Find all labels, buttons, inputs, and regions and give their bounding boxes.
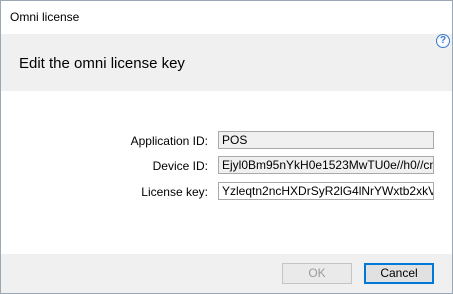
window-title: Omni license xyxy=(10,10,80,24)
cancel-button[interactable]: Cancel xyxy=(364,263,434,284)
omni-license-dialog: Omni license ? Edit the omni license key… xyxy=(0,0,453,294)
application-id-field: POS xyxy=(218,131,434,149)
ok-button[interactable]: OK xyxy=(282,263,352,284)
license-key-input[interactable]: Yzleqtn2ncHXDrSyR2lG4lNrYWxtb2xkV2Fz\ xyxy=(218,182,434,200)
dialog-heading: Edit the omni license key xyxy=(19,55,185,72)
device-id-label: Device ID: xyxy=(152,159,208,173)
title-bar: Omni license xyxy=(1,1,452,34)
help-icon[interactable]: ? xyxy=(436,34,450,48)
license-key-label: License key: xyxy=(141,185,208,199)
application-id-label: Application ID: xyxy=(130,134,208,148)
button-bar: OK Cancel xyxy=(1,254,452,293)
device-id-field: Ejyl0Bm95nYkH0e1523MwTU0e//h0//cnSN xyxy=(218,156,434,174)
dialog-header: ? Edit the omni license key xyxy=(1,34,452,91)
